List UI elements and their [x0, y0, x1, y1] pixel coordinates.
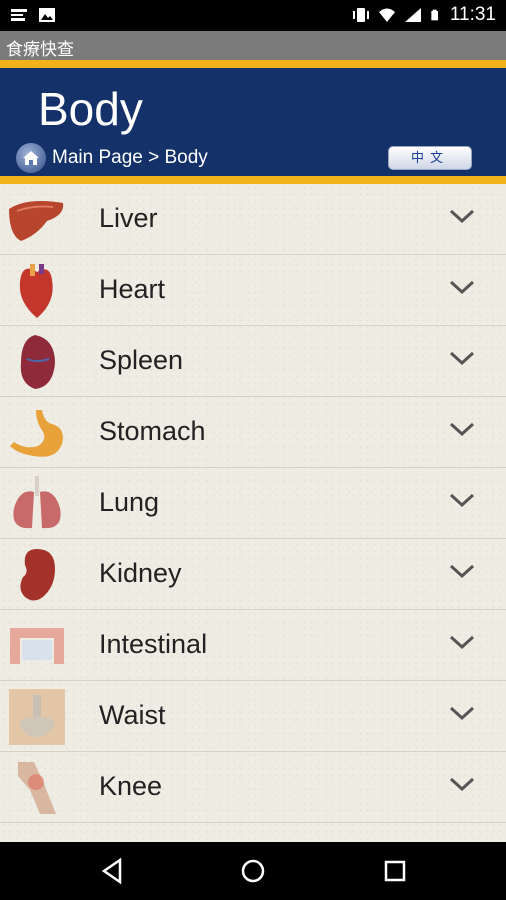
clock: 11:31 [449, 4, 496, 25]
chevron-down-icon[interactable] [448, 348, 476, 368]
body-part-list: Liver Heart Spleen Stomach Lung Kidney I… [0, 184, 506, 842]
breadcrumb-text[interactable]: Main Page > Body [52, 147, 208, 169]
chevron-down-icon[interactable] [448, 277, 476, 297]
language-button[interactable]: 中文 [388, 146, 472, 170]
list-item-label: Spleen [99, 345, 184, 375]
notification-icon [11, 9, 27, 21]
chevron-down-icon[interactable] [448, 774, 476, 794]
stomach-icon [6, 403, 68, 463]
kidney-icon [6, 545, 68, 605]
intestinal-icon [6, 616, 68, 676]
list-item-waist[interactable]: Waist [0, 681, 506, 752]
liver-icon [6, 190, 68, 250]
signal-icon [404, 8, 421, 22]
waist-icon [6, 687, 68, 747]
list-item-kidney[interactable]: Kidney [0, 539, 506, 610]
app-title-bar: 食療快查 [0, 31, 506, 60]
back-icon[interactable] [98, 856, 128, 886]
list-item-label: Heart [99, 274, 166, 304]
list-item-knee[interactable]: Knee [0, 752, 506, 823]
list-item-heart[interactable]: Heart [0, 255, 506, 326]
heart-icon [6, 261, 68, 321]
list-item-label: Liver [99, 203, 158, 233]
chevron-down-icon[interactable] [448, 632, 476, 652]
chevron-down-icon[interactable] [448, 561, 476, 581]
app-title: 食療快查 [6, 40, 74, 59]
chevron-down-icon[interactable] [448, 419, 476, 439]
list-item-lung[interactable]: Lung [0, 468, 506, 539]
list-item-label: Knee [99, 771, 163, 801]
list-item-spleen[interactable]: Spleen [0, 326, 506, 397]
status-bar: 11:31 [0, 0, 506, 31]
list-item-stomach[interactable]: Stomach [0, 397, 506, 468]
image-icon [39, 8, 55, 22]
battery-icon [431, 9, 438, 21]
knee-icon [6, 758, 68, 818]
chevron-down-icon[interactable] [448, 703, 476, 723]
breadcrumb[interactable]: Main Page > Body [16, 142, 208, 174]
home-icon[interactable] [16, 143, 46, 173]
chevron-down-icon[interactable] [448, 490, 476, 510]
list-item-label: Waist [99, 700, 166, 730]
navigation-bar [0, 842, 506, 900]
list-item-label: Kidney [99, 558, 182, 588]
list-item-label: Lung [99, 487, 160, 517]
list-item-liver[interactable]: Liver [0, 184, 506, 255]
list-item-label: Intestinal [99, 629, 208, 659]
wifi-icon [378, 8, 395, 22]
page-header: Body Main Page > Body 中文 [0, 60, 506, 184]
chevron-down-icon[interactable] [448, 206, 476, 226]
spleen-icon [6, 332, 68, 392]
home-nav-icon[interactable] [238, 856, 268, 886]
recents-icon[interactable] [380, 856, 410, 886]
page-title: Body [38, 83, 143, 135]
list-item-label: Stomach [99, 416, 206, 446]
vibrate-icon [352, 8, 369, 22]
list-item-intestinal[interactable]: Intestinal [0, 610, 506, 681]
lung-icon [6, 474, 68, 534]
